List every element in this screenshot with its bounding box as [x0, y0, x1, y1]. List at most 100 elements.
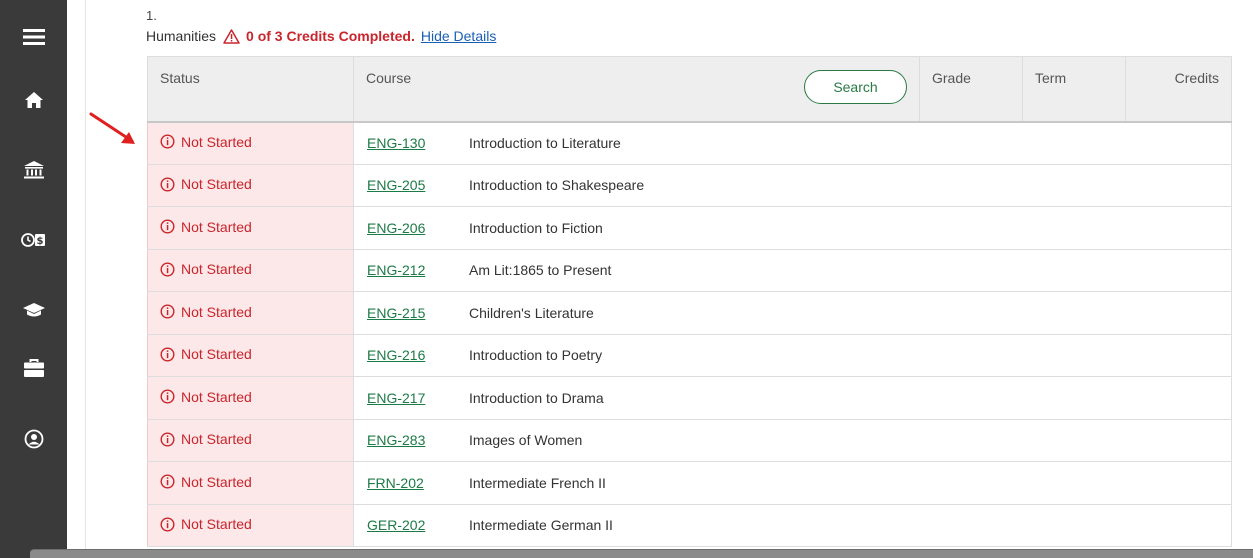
header-status: Status — [147, 56, 354, 123]
status-cell: Not Started — [147, 504, 354, 547]
table-row: Not Started FRN-202 Intermediate French II — [147, 461, 1232, 505]
term-cell — [1022, 121, 1126, 165]
info-circle-icon — [160, 516, 175, 532]
search-button[interactable]: Search — [804, 70, 907, 104]
status-cell: Not Started — [147, 376, 354, 420]
svg-text:$: $ — [37, 236, 44, 247]
credits-status: 0 of 3 Credits Completed. — [246, 28, 415, 44]
course-cell: ENG-283 Images of Women — [353, 419, 920, 462]
course-title: Images of Women — [469, 432, 583, 449]
course-cell: FRN-202 Intermediate French II — [353, 461, 920, 505]
status-text: Not Started — [181, 346, 252, 362]
info-circle-icon — [160, 346, 175, 362]
term-cell — [1022, 334, 1126, 377]
course-code-link[interactable]: ENG-216 — [367, 347, 469, 363]
course-title: Intermediate French II — [469, 474, 606, 491]
info-circle-icon — [160, 474, 175, 489]
grade-cell — [919, 291, 1023, 335]
table-row: Not Started ENG-215 Children's Literature — [147, 291, 1232, 335]
requirement-number: 1. — [146, 8, 157, 23]
table-row: Not Started ENG-212 Am Lit:1865 to Present — [147, 249, 1232, 292]
info-circle-icon — [160, 431, 175, 447]
info-circle-icon — [160, 219, 175, 234]
credits-cell — [1125, 249, 1232, 292]
info-circle-icon — [160, 176, 175, 192]
table-row: Not Started ENG-217 Introduction to Drama — [147, 376, 1232, 420]
course-code-link[interactable]: ENG-212 — [367, 262, 469, 278]
credits-cell — [1125, 461, 1232, 505]
home-icon[interactable] — [21, 87, 47, 113]
table-row: Not Started ENG-206 Introduction to Fictio… — [147, 206, 1232, 250]
course-title: Children's Literature — [469, 304, 594, 321]
status-text: Not Started — [181, 473, 252, 490]
credits-cell — [1125, 164, 1232, 207]
header-course-cell: Course Search — [353, 56, 920, 123]
info-circle-icon — [160, 389, 175, 404]
menu-icon[interactable] — [21, 24, 47, 50]
status-cell: Not Started — [147, 334, 354, 377]
header-term: Term — [1022, 56, 1126, 123]
table-row: Not Started ENG-130 Introduction to Litera… — [147, 121, 1232, 165]
info-circle-icon — [160, 134, 175, 149]
course-code-link[interactable]: ENG-217 — [367, 390, 469, 406]
grade-cell — [919, 376, 1023, 420]
status-text: Not Started — [181, 303, 252, 320]
institution-icon[interactable] — [21, 157, 47, 183]
graduation-cap-icon[interactable] — [21, 297, 47, 323]
course-code-link[interactable]: ENG-130 — [367, 135, 469, 151]
finance-icon[interactable]: $ — [21, 227, 47, 253]
course-code-link[interactable]: ENG-206 — [367, 220, 469, 236]
table-row: Not Started ENG-216 Introduction to Poetry — [147, 334, 1232, 377]
course-cell: ENG-215 Children's Literature — [353, 291, 920, 335]
info-circle-icon — [160, 304, 175, 319]
user-circle-icon[interactable] — [21, 426, 47, 452]
status-text: Not Started — [181, 431, 252, 447]
course-code-link[interactable]: ENG-215 — [367, 305, 469, 321]
credits-cell — [1125, 376, 1232, 420]
grade-cell — [919, 249, 1023, 292]
grade-cell — [919, 334, 1023, 377]
term-cell — [1022, 419, 1126, 462]
status-text: Not Started — [181, 133, 252, 150]
credits-cell — [1125, 121, 1232, 165]
hide-details-link[interactable]: Hide Details — [421, 28, 496, 44]
term-cell — [1022, 249, 1126, 292]
term-cell — [1022, 376, 1126, 420]
status-cell: Not Started — [147, 461, 354, 505]
info-circle-icon — [160, 261, 175, 277]
status-text: Not Started — [181, 218, 252, 235]
header-course: Course — [366, 70, 412, 86]
briefcase-icon[interactable] — [21, 355, 47, 381]
grade-cell — [919, 461, 1023, 505]
credits-cell — [1125, 419, 1232, 462]
course-title: Am Lit:1865 to Present — [469, 262, 612, 279]
sidebar-nav: $ — [0, 0, 67, 558]
status-text: Not Started — [181, 388, 252, 405]
grade-cell — [919, 121, 1023, 165]
table-row: Not Started ENG-283 Images of Women — [147, 419, 1232, 462]
header-grade: Grade — [919, 56, 1023, 123]
credits-cell — [1125, 504, 1232, 547]
header-credits: Credits — [1125, 56, 1232, 123]
term-cell — [1022, 206, 1126, 250]
course-cell: ENG-206 Introduction to Fiction — [353, 206, 920, 250]
course-code-link[interactable]: GER-202 — [367, 517, 469, 533]
table-row: Not Started ENG-205 Introduction to Shakes… — [147, 164, 1232, 207]
credits-cell — [1125, 291, 1232, 335]
course-cell: ENG-212 Am Lit:1865 to Present — [353, 249, 920, 292]
course-title: Intermediate German II — [469, 517, 613, 534]
course-title: Introduction to Poetry — [469, 347, 603, 364]
term-cell — [1022, 291, 1126, 335]
horizontal-scrollbar[interactable] — [30, 549, 1253, 558]
course-cell: GER-202 Intermediate German II — [353, 504, 920, 547]
status-cell: Not Started — [147, 249, 354, 292]
course-cell: ENG-217 Introduction to Drama — [353, 376, 920, 420]
table-header-row: Status Course Search Grade Term Credits — [147, 56, 1232, 123]
course-code-link[interactable]: FRN-202 — [367, 475, 469, 491]
course-code-link[interactable]: ENG-205 — [367, 177, 469, 193]
course-code-link[interactable]: ENG-283 — [367, 432, 469, 448]
status-text: Not Started — [181, 261, 252, 277]
status-cell: Not Started — [147, 121, 354, 165]
grade-cell — [919, 504, 1023, 547]
grade-cell — [919, 206, 1023, 250]
